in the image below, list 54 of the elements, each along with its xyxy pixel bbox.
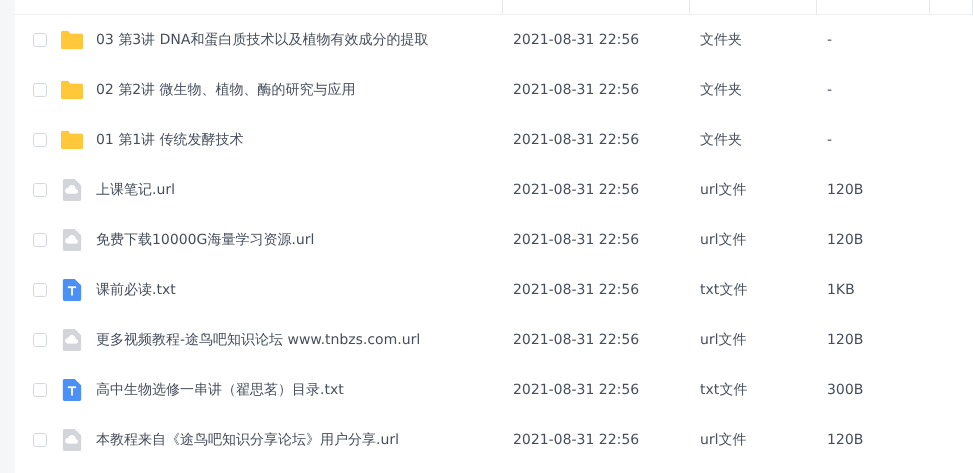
cloud-file-icon: [61, 229, 83, 251]
file-size: -: [827, 132, 832, 148]
modified-date: 2021-08-31 22:56: [513, 432, 640, 448]
checkbox[interactable]: [33, 133, 47, 147]
file-type: 文件夹: [700, 31, 742, 49]
checkbox[interactable]: [33, 383, 47, 397]
folder-icon: [61, 29, 83, 51]
file-name[interactable]: 免费下载10000G海量学习资源.url: [96, 231, 314, 249]
file-type: url文件: [700, 231, 747, 249]
modified-date: 2021-08-31 22:56: [513, 382, 640, 398]
folder-icon: [61, 129, 83, 151]
file-size: 120B: [827, 182, 864, 198]
file-size: 120B: [827, 232, 864, 248]
modified-date: 2021-08-31 22:56: [513, 282, 640, 298]
file-size: 120B: [827, 332, 864, 348]
cloud-file-icon: [61, 329, 83, 351]
file-name[interactable]: 02 第2讲 微生物、植物、酶的研究与应用: [96, 81, 356, 99]
file-type: url文件: [700, 181, 747, 199]
modified-date: 2021-08-31 22:56: [513, 182, 640, 198]
checkbox[interactable]: [33, 283, 47, 297]
checkbox[interactable]: [33, 33, 47, 47]
modified-date: 2021-08-31 22:56: [513, 332, 640, 348]
file-size: 1KB: [827, 282, 855, 298]
file-name[interactable]: 本教程来自《途鸟吧知识分享论坛》用户分享.url: [96, 431, 399, 449]
cloud-file-icon: [61, 179, 83, 201]
file-name[interactable]: 高中生物选修一串讲（翟思茗）目录.txt: [96, 381, 344, 399]
file-type: txt文件: [700, 281, 748, 299]
modified-date: 2021-08-31 22:56: [513, 132, 640, 148]
checkbox[interactable]: [33, 183, 47, 197]
checkbox[interactable]: [33, 333, 47, 347]
file-name[interactable]: 03 第3讲 DNA和蛋白质技术以及植物有效成分的提取: [96, 31, 428, 49]
file-type: 文件夹: [700, 131, 742, 149]
file-size: 120B: [827, 432, 864, 448]
modified-date: 2021-08-31 22:56: [513, 82, 640, 98]
file-size: -: [827, 82, 832, 98]
checkbox[interactable]: [33, 233, 47, 247]
file-name[interactable]: 01 第1讲 传统发酵技术: [96, 131, 244, 149]
cloud-file-icon: [61, 429, 83, 451]
file-size: -: [827, 32, 832, 48]
file-size: 300B: [827, 382, 864, 398]
text-file-icon: [61, 379, 83, 401]
text-file-icon: [61, 279, 83, 301]
file-type: url文件: [700, 331, 747, 349]
folder-icon: [61, 79, 83, 101]
modified-date: 2021-08-31 22:56: [513, 32, 640, 48]
modified-date: 2021-08-31 22:56: [513, 232, 640, 248]
file-type: txt文件: [700, 381, 748, 399]
file-type: 文件夹: [700, 81, 742, 99]
file-name[interactable]: 课前必读.txt: [96, 281, 176, 299]
file-name[interactable]: 上课笔记.url: [96, 181, 175, 199]
file-type: url文件: [700, 431, 747, 449]
file-name[interactable]: 更多视频教程-途鸟吧知识论坛 www.tnbzs.com.url: [96, 331, 420, 349]
checkbox[interactable]: [33, 433, 47, 447]
checkbox[interactable]: [33, 83, 47, 97]
